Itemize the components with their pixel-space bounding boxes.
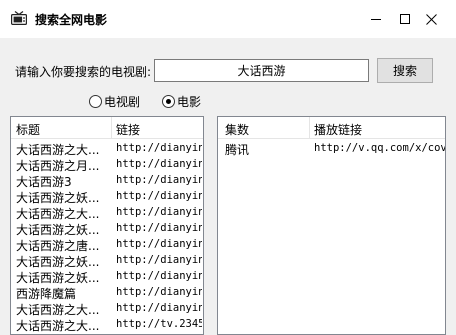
table-row[interactable]: 大话西游之妖... http://dianyin [11, 268, 203, 285]
result-link: http://tv.2345 [116, 318, 202, 330]
table-row[interactable]: 大话西游之妖... http://dianyin [11, 188, 203, 205]
result-link: http://dianyin [116, 222, 202, 234]
result-link: http://dianyin [116, 238, 202, 250]
episode-link: http://v.qq.com/x/cov [314, 142, 446, 154]
results-list-header: 标题 链接 [11, 117, 203, 139]
column-header-title[interactable]: 标题 [16, 121, 40, 138]
result-link: http://dianyin [116, 286, 202, 298]
result-link: http://dianyin [116, 302, 202, 314]
results-list[interactable]: 标题 链接 大话西游之大... http://dianyin 大话西游之月... ht… [10, 116, 204, 335]
result-link: http://dianyin [116, 190, 202, 202]
table-row[interactable]: 大话西游之妖... http://dianyin [11, 220, 203, 237]
client-area: 请输入你要搜索的电视剧: 大话西游 搜索 电视剧 电影 标题 链接 大话西游之大… [0, 38, 456, 335]
table-row[interactable]: 大话西游之唐... http://dianyin [11, 236, 203, 253]
table-row[interactable]: 大话西游之妖... http://dianyin [11, 252, 203, 269]
window-title: 搜索全网电影 [35, 13, 108, 27]
table-row[interactable]: 大话西游之月... http://dianyin [11, 156, 203, 173]
result-link: http://dianyin [116, 206, 202, 218]
result-link: http://dianyin [116, 142, 202, 154]
column-header-link[interactable]: 链接 [116, 121, 140, 138]
search-input[interactable]: 大话西游 [154, 59, 369, 82]
search-label: 请输入你要搜索的电视剧: [15, 65, 152, 79]
episode-source: 腾讯 [225, 143, 250, 157]
column-divider[interactable] [111, 117, 112, 139]
table-row[interactable]: 大话西游之大... http://dianyin [11, 140, 203, 157]
column-header-episode[interactable]: 集数 [225, 121, 249, 138]
column-divider[interactable] [309, 117, 310, 139]
result-link: http://dianyin [116, 174, 202, 186]
radio-movie[interactable]: 电影 [162, 93, 201, 110]
maximize-button[interactable] [391, 0, 418, 38]
episodes-list-header: 集数 播放链接 [218, 117, 445, 139]
result-link: http://dianyin [116, 254, 202, 266]
minimize-button[interactable] [362, 0, 389, 38]
radio-tv-series-label: 电视剧 [104, 95, 141, 109]
table-row[interactable]: 大话西游之大... http://dianyin [11, 204, 203, 221]
radio-movie-label: 电影 [177, 95, 202, 109]
radio-tv-series[interactable]: 电视剧 [89, 93, 140, 110]
table-row[interactable]: 大话西游之大... http://dianyin [11, 300, 203, 317]
column-header-play-link[interactable]: 播放链接 [314, 121, 362, 138]
minimize-icon [370, 19, 381, 20]
episodes-list[interactable]: 集数 播放链接 腾讯 http://v.qq.com/x/cov [217, 116, 446, 335]
radio-movie-circle[interactable] [162, 95, 175, 108]
result-link: http://dianyin [116, 158, 202, 170]
table-row[interactable]: 西游降魔篇 http://dianyin [11, 284, 203, 301]
maximize-icon [399, 14, 410, 24]
close-button[interactable] [418, 0, 445, 38]
table-row[interactable]: 腾讯 http://v.qq.com/x/cov [218, 140, 446, 157]
search-button[interactable]: 搜索 [377, 58, 433, 83]
table-row[interactable]: 大话西游3 http://dianyin [11, 172, 203, 189]
table-row[interactable]: 大话西游之大... http://tv.2345 [11, 316, 203, 333]
tv-icon [11, 11, 27, 25]
radio-tv-series-circle[interactable] [89, 95, 102, 108]
result-title: 大话西游之大... [16, 319, 100, 333]
result-link: http://dianyin [116, 270, 202, 282]
title-bar: 搜索全网电影 [0, 0, 456, 38]
close-icon [426, 13, 437, 25]
